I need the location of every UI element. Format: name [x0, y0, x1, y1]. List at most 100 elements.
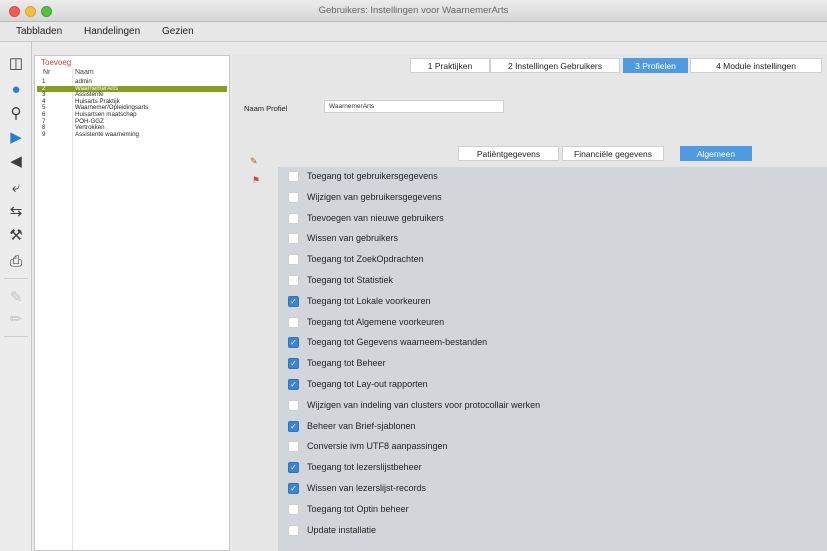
- list-item-nr: 9: [42, 130, 46, 138]
- permission-item[interactable]: Toegang tot Statistiek: [288, 274, 808, 288]
- permission-checkbox[interactable]: ✓: [288, 462, 299, 474]
- permission-checkbox[interactable]: ✓: [288, 295, 299, 307]
- permission-checkbox[interactable]: [288, 275, 299, 286]
- permission-checkbox[interactable]: ✓: [288, 420, 299, 432]
- subtab-algemeen[interactable]: Algemeen: [680, 146, 752, 161]
- list-item[interactable]: 2 WaarnemerArts: [37, 85, 227, 93]
- permission-checkbox[interactable]: [288, 399, 299, 411]
- edit-pen-icon[interactable]: ✎: [250, 156, 258, 167]
- permission-checkbox[interactable]: [288, 212, 299, 224]
- search-icon[interactable]: ⚲: [6, 104, 26, 124]
- menu-handelingen[interactable]: Handelingen: [84, 26, 140, 37]
- toolbar-divider: [4, 336, 28, 337]
- list-item[interactable]: 9 Assistente waarneming: [37, 130, 227, 139]
- list-item[interactable]: 6 Huisartsen maatschap: [37, 111, 227, 119]
- checkmark-icon: ✓: [290, 296, 297, 306]
- permission-label: Toegang tot Statistiek: [307, 275, 394, 285]
- title-bar: Gebruikers: Instellingen voor WaarnemerA…: [0, 0, 827, 22]
- pen-icon[interactable]: ✎: [6, 288, 26, 308]
- profile-list: 1 admin 2 WaarnemerArts 3 Assistente 4 Huisarts…: [37, 78, 227, 139]
- print-icon[interactable]: ⎙: [6, 252, 26, 272]
- permission-checkbox[interactable]: ✓: [288, 483, 299, 494]
- permission-checkbox[interactable]: [288, 503, 299, 515]
- profile-name-label: Naam Profiel: [244, 104, 288, 113]
- window-title: Gebruikers: Instellingen voor WaarnemerA…: [318, 5, 509, 16]
- permission-item[interactable]: ✓ Beheer van Brief-sjablonen: [288, 420, 808, 434]
- permission-label: Toegang tot gebruikersgegevens: [307, 171, 438, 181]
- permission-item[interactable]: ✓ Toegang tot Lay-out rapporten: [288, 378, 808, 392]
- permission-item[interactable]: Update installatie: [288, 524, 808, 538]
- column-divider: [72, 68, 73, 550]
- permission-checkbox[interactable]: [288, 524, 299, 536]
- main-content: 1 Praktijken 2 Instellingen Gebruikers 3…: [232, 55, 827, 551]
- permission-item[interactable]: Toevoegen van nieuwe gebruikers: [288, 212, 808, 226]
- permission-label: Toevoegen van nieuwe gebruikers: [307, 212, 444, 223]
- permission-label: Toegang tot Lokale voorkeuren: [307, 295, 431, 306]
- tab-module-instellingen[interactable]: 4 Module instellingen: [690, 58, 822, 73]
- list-item[interactable]: 7 POH-GGZ: [37, 118, 227, 126]
- permission-item[interactable]: ✓ Toegang tot Lokale voorkeuren: [288, 295, 808, 309]
- menu-gezien[interactable]: Gezien: [162, 26, 194, 37]
- permission-label: Toegang tot Lay-out rapporten: [307, 379, 428, 389]
- share-icon[interactable]: ⤶: [6, 178, 26, 198]
- permissions-panel: Toegang tot gebruikersgegevens Wijzigen v…: [278, 167, 827, 551]
- permission-checkbox[interactable]: [288, 441, 299, 453]
- list-title[interactable]: Toevoeg: [41, 58, 71, 67]
- menu-tabbladen[interactable]: Tabbladen: [16, 26, 62, 37]
- permission-label: Wissen van gebruikers: [307, 233, 399, 244]
- permission-item[interactable]: Toegang tot Optin beheer: [288, 503, 808, 517]
- permission-item[interactable]: ✓ Wissen van lezerslijst-records: [288, 482, 808, 496]
- left-toolbar: ◫ ● ⚲ ▶ ◀ ⤶ ⇆ ⚒ ⎙ ✎ ✏: [0, 42, 32, 551]
- checkmark-icon: ✓: [290, 338, 297, 348]
- permission-checkbox[interactable]: [288, 191, 299, 203]
- permission-item[interactable]: ✓ Toegang tot Beheer: [288, 357, 808, 371]
- list-item[interactable]: 1 admin: [37, 78, 227, 86]
- checkmark-icon: ✓: [290, 359, 297, 369]
- permission-checkbox[interactable]: ✓: [288, 379, 299, 390]
- permission-checkbox[interactable]: [288, 171, 299, 182]
- back-icon[interactable]: ◀: [6, 152, 26, 172]
- column-header-naam[interactable]: Naam: [75, 69, 94, 76]
- permission-label: Toegang tot Optin beheer: [307, 503, 409, 514]
- checkmark-icon: ✓: [290, 484, 297, 493]
- checkmark-icon: ✓: [290, 421, 297, 431]
- permission-checkbox[interactable]: [288, 254, 299, 266]
- pen-small-icon[interactable]: ✏: [6, 310, 26, 330]
- permission-item[interactable]: Toegang tot ZoekOpdrachten: [288, 253, 808, 267]
- play-icon[interactable]: ▶: [6, 128, 26, 148]
- permission-label: Toegang tot Algemene voorkeuren: [307, 316, 445, 327]
- permission-item[interactable]: Toegang tot Algemene voorkeuren: [288, 316, 808, 330]
- list-header: Nr Naam: [35, 68, 229, 79]
- permission-item[interactable]: Wijzigen van gebruikersgegevens: [288, 191, 808, 205]
- profile-name-field[interactable]: WaarnemerArts: [324, 100, 504, 113]
- subtab-financiele-gegevens[interactable]: Financiële gegevens: [562, 146, 664, 161]
- permission-item[interactable]: Toegang tot gebruikersgegevens: [288, 170, 808, 184]
- export-icon[interactable]: ⇆: [6, 202, 26, 222]
- permission-item[interactable]: Conversie ivm UTF8 aanpassingen: [288, 440, 808, 454]
- permission-label: Beheer van Brief-sjablonen: [307, 420, 416, 431]
- permission-checkbox[interactable]: [288, 233, 299, 245]
- permission-label: Wijzigen van gebruikersgegevens: [307, 191, 442, 202]
- tab-profielen[interactable]: 3 Profielen: [623, 58, 688, 73]
- permission-label: Update installatie: [307, 524, 377, 535]
- permission-checkbox[interactable]: ✓: [288, 337, 299, 349]
- permission-item[interactable]: ✓ Toegang tot Gegevens waarneem-bestanden: [288, 336, 808, 350]
- panel-icon[interactable]: ◫: [6, 54, 26, 74]
- permission-checkbox[interactable]: ✓: [288, 358, 299, 370]
- globe-icon[interactable]: ●: [6, 80, 26, 100]
- toolbar-divider: [4, 278, 28, 279]
- tab-instellingen-gebruikers[interactable]: 2 Instellingen Gebruikers: [490, 58, 620, 73]
- subtab-patientgegevens[interactable]: Patiëntgegevens: [458, 146, 559, 161]
- permission-label: Toegang tot ZoekOpdrachten: [307, 254, 424, 265]
- menu-bar: Tabbladen Handelingen Gezien: [0, 22, 827, 42]
- wrench-icon[interactable]: ⚒: [6, 226, 26, 246]
- permission-item[interactable]: Wijzigen van indeling van clusters voor …: [288, 399, 808, 413]
- permission-item[interactable]: ✓ Toegang tot lezerslijstbeheer: [288, 461, 808, 475]
- list-item[interactable]: 3 Assistente: [37, 92, 227, 99]
- tab-praktijken[interactable]: 1 Praktijken: [410, 58, 490, 73]
- permission-checkbox[interactable]: [288, 316, 299, 328]
- column-header-nr[interactable]: Nr: [43, 69, 50, 76]
- permission-item[interactable]: Wissen van gebruikers: [288, 232, 808, 246]
- permission-label: Conversie ivm UTF8 aanpassingen: [307, 441, 448, 452]
- flag-icon[interactable]: ⚑: [252, 175, 260, 186]
